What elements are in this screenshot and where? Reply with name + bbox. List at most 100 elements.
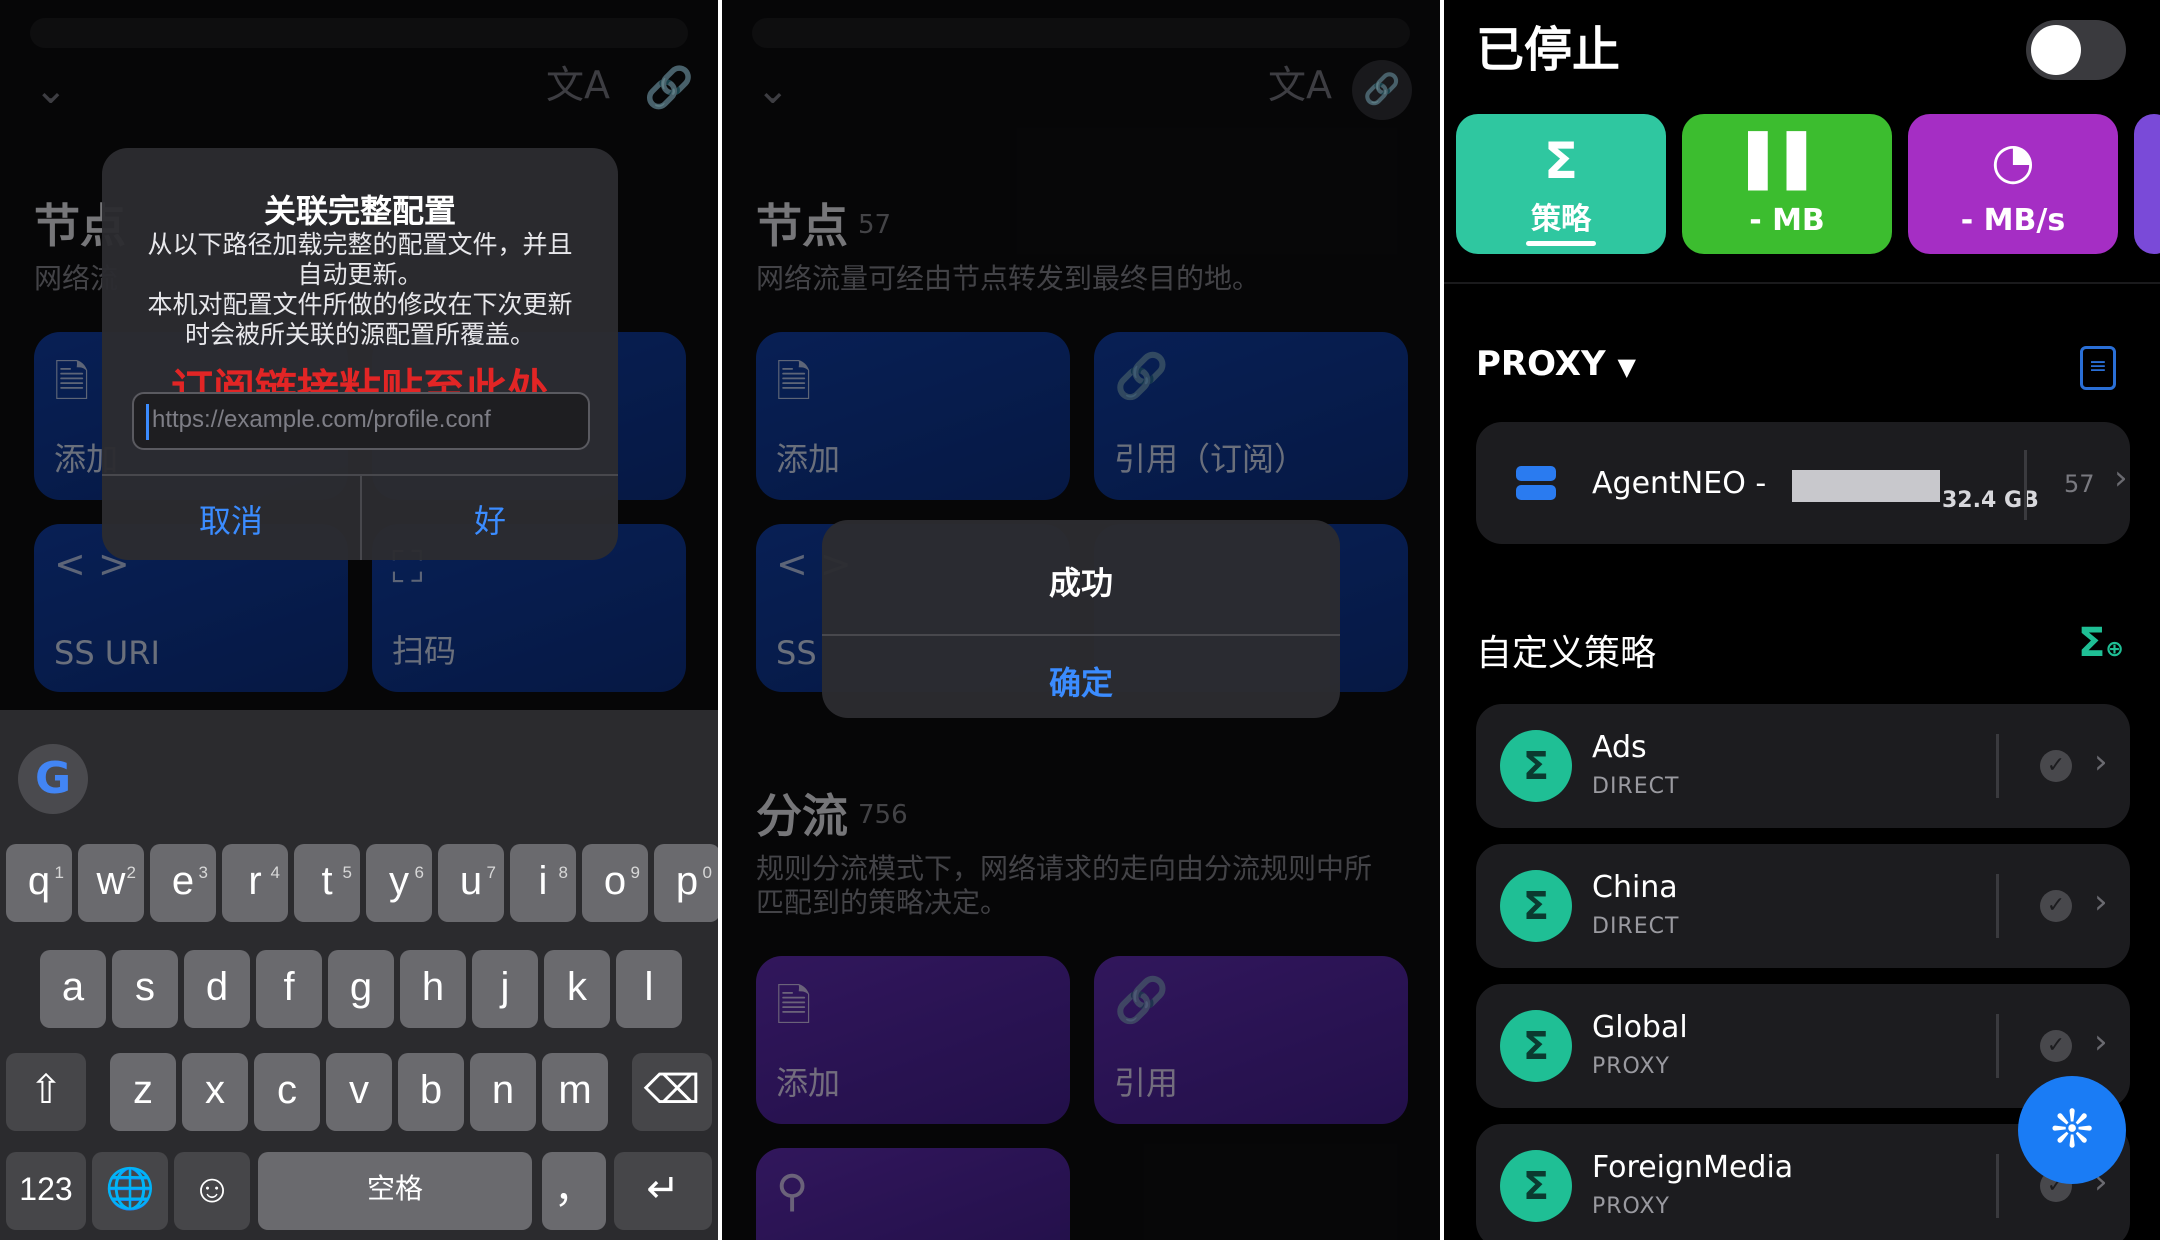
key-p[interactable]: 0p [654, 844, 718, 922]
link-config-dialog: 关联完整配置 从以下路径加载完整的配置文件，并且 自动更新。 本机对配置文件所做… [102, 148, 618, 560]
keyboard: G 1q2w3e4r5t6y7u8i9o0p asdfghjkl zxcvbnm… [0, 710, 718, 1240]
key-d[interactable]: d [184, 950, 250, 1028]
row-separator [1996, 1014, 1999, 1078]
key-u[interactable]: 7u [438, 844, 504, 922]
numbers-key[interactable]: 123 [6, 1152, 86, 1230]
google-icon[interactable]: G [18, 744, 88, 814]
caret-down-icon: ▼ [1617, 353, 1636, 381]
bar-chart-icon: ▌▌ [1748, 132, 1826, 190]
policy-row[interactable]: Σ Ads DIRECT ✓ › [1476, 704, 2130, 828]
key-j[interactable]: j [472, 950, 538, 1028]
dialog-title: 关联完整配置 [263, 192, 456, 230]
dialog-message: 从以下路径加载完整的配置文件，并且 自动更新。 本机对配置文件所做的修改在下次更… [147, 230, 573, 349]
confirm-button[interactable]: 确定 [822, 658, 1340, 704]
policy-name: Ads [1592, 730, 1647, 765]
check-icon[interactable]: ✓ [2040, 1030, 2072, 1062]
policy-icon: Σ [1543, 132, 1579, 190]
chevron-right-icon: › [2094, 1022, 2108, 1062]
key-n[interactable]: n [470, 1053, 536, 1131]
key-x[interactable]: x [182, 1053, 248, 1131]
tile-label: 策略 [1531, 202, 1591, 237]
node-count: 57 [2064, 470, 2095, 498]
space-key[interactable]: 空格 [258, 1152, 532, 1230]
proxy-group-title[interactable]: PROXY ▼ [1476, 344, 1636, 384]
tile-partial[interactable] [2134, 114, 2160, 254]
comma-key[interactable]: ， [542, 1152, 606, 1230]
key-h[interactable]: h [400, 950, 466, 1028]
policy-target: PROXY [1592, 1054, 1670, 1079]
tile-traffic[interactable]: ▌▌ - MB [1682, 114, 1892, 254]
panel-success: ⌄ 文A 🔗 节点 57 网络流量可经由节点转发到最终目的地。 🗎 添加 🔗 引… [722, 0, 1440, 1240]
emoji-icon[interactable]: ☺ [174, 1152, 250, 1230]
key-v[interactable]: v [326, 1053, 392, 1131]
policy-name: Global [1592, 1010, 1688, 1045]
text-cursor [146, 404, 149, 440]
row-separator [1996, 874, 1999, 938]
key-q[interactable]: 1q [6, 844, 72, 922]
shift-key[interactable]: ⇧ [6, 1053, 86, 1131]
status-title: 已停止 [1476, 22, 1621, 78]
key-g[interactable]: g [328, 950, 394, 1028]
return-key[interactable]: ↵ [614, 1152, 712, 1230]
chevron-right-icon: › [2094, 882, 2108, 922]
document-icon[interactable]: ≡ [2080, 346, 2116, 390]
key-l[interactable]: l [616, 950, 682, 1028]
key-w[interactable]: 2w [78, 844, 144, 922]
key-e[interactable]: 3e [150, 844, 216, 922]
policy-target: DIRECT [1592, 914, 1680, 939]
chevron-right-icon: › [2114, 458, 2128, 498]
globe-icon[interactable]: 🌐 [92, 1152, 168, 1230]
key-y[interactable]: 6y [366, 844, 432, 922]
gauge-icon: ◔ [1991, 132, 2035, 190]
check-icon[interactable]: ✓ [2040, 750, 2072, 782]
row-separator [1996, 1154, 1999, 1218]
policy-icon: Σ [1500, 1010, 1572, 1082]
policy-icon: Σ [1500, 1150, 1572, 1222]
key-m[interactable]: m [542, 1053, 608, 1131]
row-separator [2024, 450, 2027, 520]
key-k[interactable]: k [544, 950, 610, 1028]
proxy-node-row[interactable]: AgentNEO - 32.4 GB 57 › [1476, 422, 2130, 544]
row-separator [1996, 734, 1999, 798]
policy-icon: Σ [1500, 870, 1572, 942]
policy-name: China [1592, 870, 1678, 905]
chevron-right-icon: › [2094, 742, 2108, 782]
active-indicator [1526, 241, 1596, 246]
check-icon[interactable]: ✓ [2040, 890, 2072, 922]
policy-row[interactable]: Σ Global PROXY ✓ › [1476, 984, 2130, 1108]
key-b[interactable]: b [398, 1053, 464, 1131]
key-a[interactable]: a [40, 950, 106, 1028]
custom-policy-title: 自定义策略 [1476, 633, 1657, 674]
url-input-placeholder: https://example.com/profile.conf [152, 406, 491, 433]
key-f[interactable]: f [256, 950, 322, 1028]
policy-icon: Σ [1500, 730, 1572, 802]
key-s[interactable]: s [112, 950, 178, 1028]
panel-dashboard: 已停止 Σ 策略 ▌▌ - MB ◔ - MB/s PROXY ▼ ≡ Agen… [1444, 0, 2160, 1240]
policy-name: ForeignMedia [1592, 1150, 1794, 1185]
key-r[interactable]: 4r [222, 844, 288, 922]
tile-policy[interactable]: Σ 策略 [1456, 114, 1666, 254]
node-name: AgentNEO - [1592, 466, 1767, 501]
cancel-button[interactable]: 取消 [102, 496, 360, 542]
success-title: 成功 [1048, 564, 1113, 602]
tile-speed[interactable]: ◔ - MB/s [1908, 114, 2118, 254]
key-o[interactable]: 9o [582, 844, 648, 922]
policy-target: DIRECT [1592, 774, 1680, 799]
power-toggle[interactable] [2026, 20, 2126, 80]
url-input[interactable]: https://example.com/profile.conf [132, 392, 590, 450]
add-policy-icon[interactable]: Σ⊕ [2078, 620, 2124, 666]
toggle-knob [2031, 25, 2081, 75]
panel-link-config: ⌄ 文A 🔗 节点 网络流 🗎 添加 < > SS URI ⛶ 扫码 关联完整配… [0, 0, 718, 1240]
divider [1444, 282, 2160, 284]
key-i[interactable]: 8i [510, 844, 576, 922]
policy-row[interactable]: Σ China DIRECT ✓ › [1476, 844, 2130, 968]
ok-button[interactable]: 好 [362, 496, 618, 542]
backspace-key[interactable]: ⌫ [632, 1053, 712, 1131]
key-z[interactable]: z [110, 1053, 176, 1131]
fab-action-button[interactable]: ❊ [2018, 1076, 2126, 1184]
dialog-divider [822, 634, 1340, 636]
redacted-block [1792, 470, 1940, 502]
success-dialog: 成功 确定 [822, 520, 1340, 718]
key-t[interactable]: 5t [294, 844, 360, 922]
key-c[interactable]: c [254, 1053, 320, 1131]
